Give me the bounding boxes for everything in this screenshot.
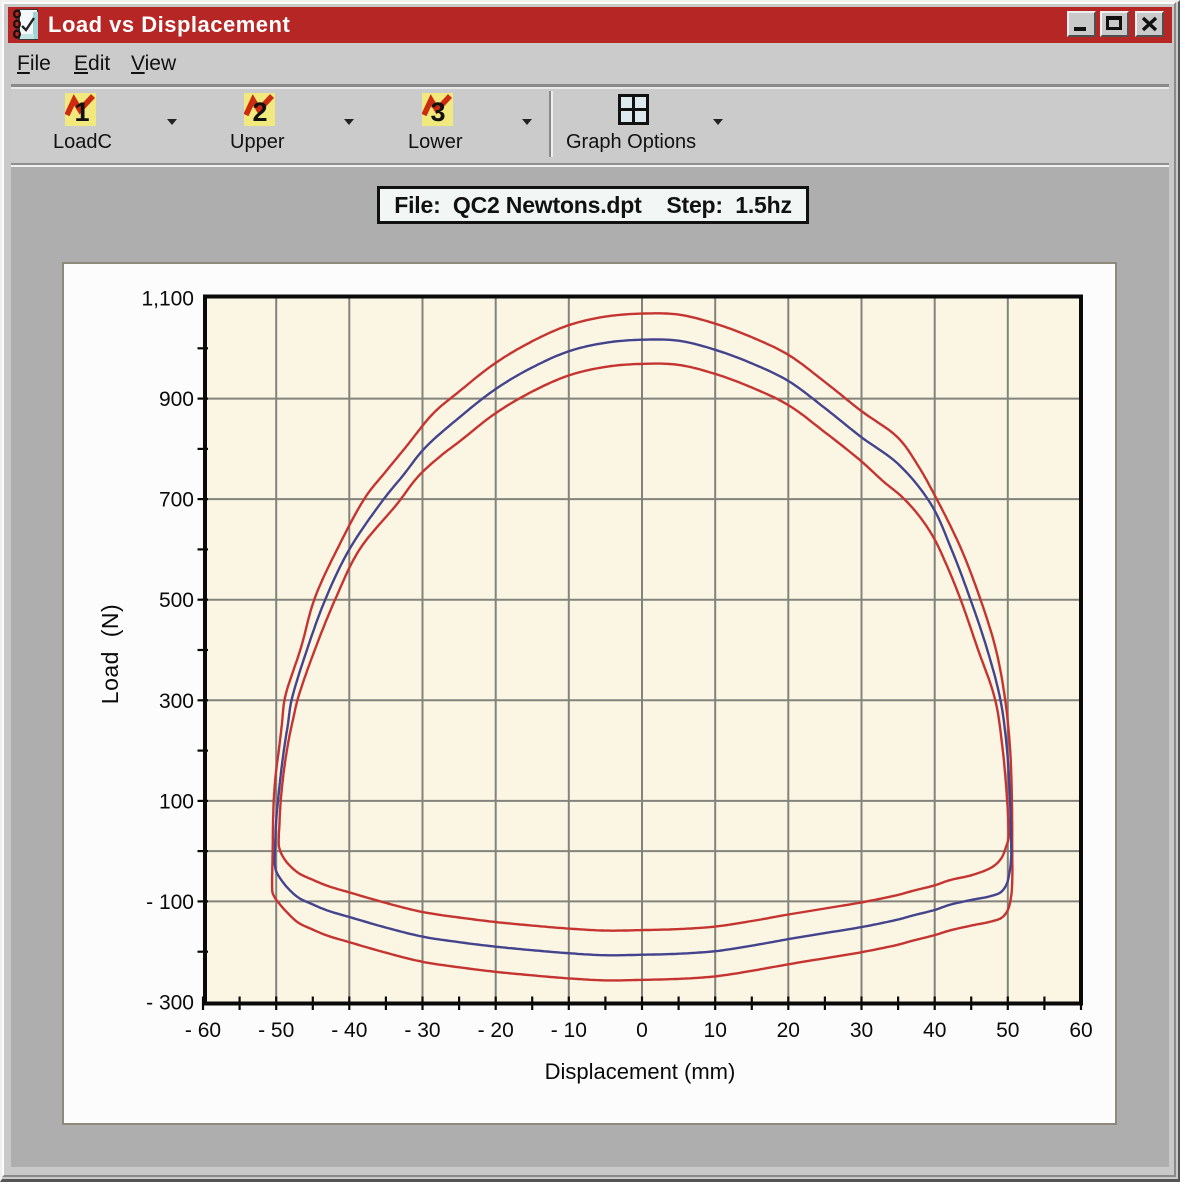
svg-text:- 300: - 300 xyxy=(146,992,194,1015)
svg-text:900: 900 xyxy=(159,388,194,411)
svg-text:500: 500 xyxy=(159,589,194,612)
svg-text:Displacement (mm): Displacement (mm) xyxy=(545,1059,736,1084)
svg-text:300: 300 xyxy=(159,690,194,713)
svg-text:- 20: - 20 xyxy=(478,1019,514,1042)
svg-text:10: 10 xyxy=(704,1019,727,1042)
svg-text:- 100: - 100 xyxy=(146,891,194,914)
svg-text:- 50: - 50 xyxy=(258,1019,294,1042)
svg-text:- 10: - 10 xyxy=(551,1019,587,1042)
svg-text:- 30: - 30 xyxy=(404,1019,440,1042)
svg-text:700: 700 xyxy=(159,489,194,512)
svg-text:- 40: - 40 xyxy=(331,1019,367,1042)
svg-text:0: 0 xyxy=(636,1019,648,1042)
svg-text:20: 20 xyxy=(777,1019,800,1042)
svg-text:- 60: - 60 xyxy=(185,1019,221,1042)
svg-text:50: 50 xyxy=(996,1019,1019,1042)
svg-text:Load (N): Load (N) xyxy=(97,604,123,704)
svg-text:100: 100 xyxy=(159,790,194,813)
svg-text:30: 30 xyxy=(850,1019,873,1042)
svg-text:40: 40 xyxy=(923,1019,946,1042)
svg-text:1,100: 1,100 xyxy=(141,288,194,311)
svg-text:60: 60 xyxy=(1069,1019,1092,1042)
